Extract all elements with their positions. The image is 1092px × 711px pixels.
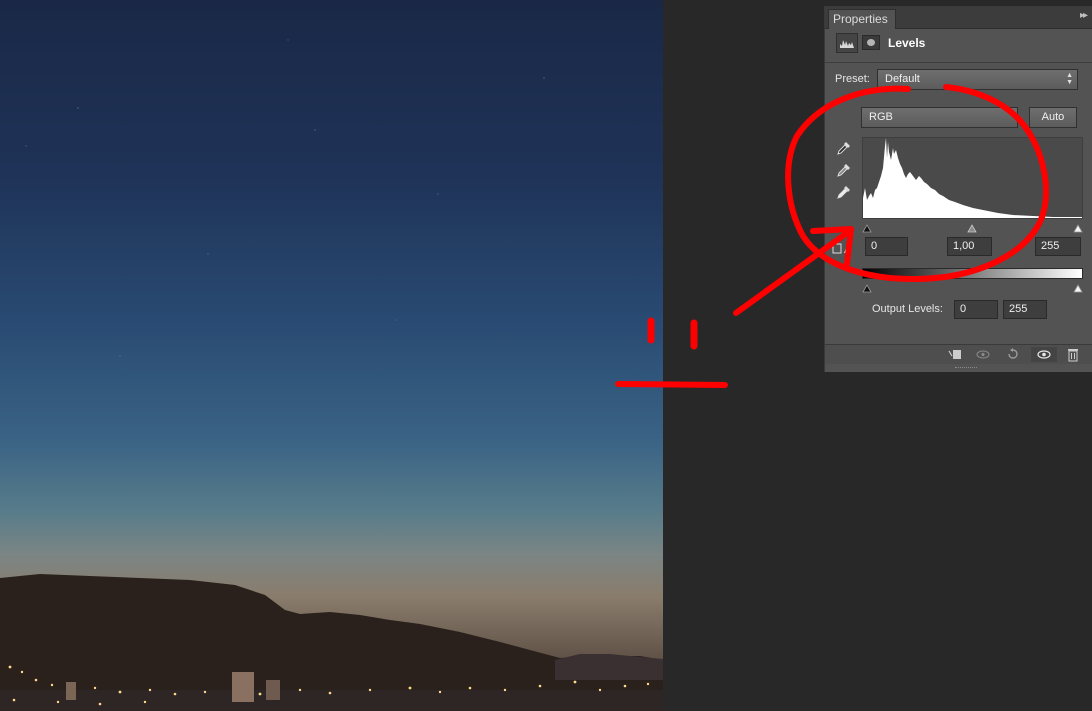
histogram (862, 137, 1083, 219)
panel-bottom-bar (825, 344, 1092, 364)
updown-arrows-icon: ▲ ▼ (1066, 72, 1073, 86)
output-white-field[interactable]: 255 (1003, 300, 1047, 319)
night-landscape-image (0, 39, 663, 711)
black-point-handle (862, 224, 872, 233)
output-black-field[interactable]: 0 (954, 300, 998, 319)
panel-collapse-icon[interactable]: ▸▸ (1080, 10, 1088, 21)
input-levels-slider[interactable] (862, 220, 1083, 233)
output-levels-label: Output Levels: (872, 303, 943, 315)
input-gamma-field[interactable]: 1,00 (947, 237, 992, 256)
gray-point-eyedropper-icon[interactable] (836, 162, 852, 178)
levels-adjustment-icon (836, 33, 858, 53)
black-point-eyedropper-icon[interactable] (836, 140, 852, 156)
output-levels-slider[interactable] (862, 280, 1083, 293)
properties-panel: Properties ▸▸ Levels Preset: Default ▲ ▼ … (824, 6, 1092, 372)
trash-icon[interactable] (1065, 347, 1081, 362)
clipping-warning-icon[interactable] (832, 241, 850, 255)
divider (825, 62, 1092, 63)
input-white-field[interactable]: 255 (1035, 237, 1081, 256)
preset-select[interactable]: Default ▲ ▼ (877, 69, 1078, 90)
auto-button[interactable]: Auto (1029, 107, 1077, 128)
preset-value: Default (885, 73, 920, 85)
reset-icon[interactable] (1005, 347, 1021, 362)
adjustment-title: Levels (888, 36, 926, 50)
input-black-field[interactable]: 0 (865, 237, 908, 256)
visibility-eye-icon[interactable] (1031, 347, 1057, 362)
output-gradient-bar (862, 268, 1083, 279)
white-point-eyedropper-icon[interactable] (836, 184, 852, 200)
gamma-handle (967, 224, 977, 233)
preset-label: Preset: (835, 73, 870, 85)
channel-select[interactable]: RGB (861, 107, 1018, 128)
clip-to-layer-icon[interactable] (947, 347, 963, 362)
resize-grip[interactable] (955, 367, 977, 369)
view-previous-state-icon[interactable] (975, 347, 991, 362)
white-point-handle (1073, 224, 1083, 233)
output-white-handle (1073, 284, 1083, 293)
output-black-handle (862, 284, 872, 293)
layer-mask-icon[interactable] (862, 35, 880, 50)
panel-tab-bar: Properties ▸▸ (825, 7, 1092, 29)
photo-canvas (0, 0, 663, 711)
channel-value: RGB (869, 111, 893, 123)
tab-properties[interactable]: Properties (828, 9, 896, 29)
